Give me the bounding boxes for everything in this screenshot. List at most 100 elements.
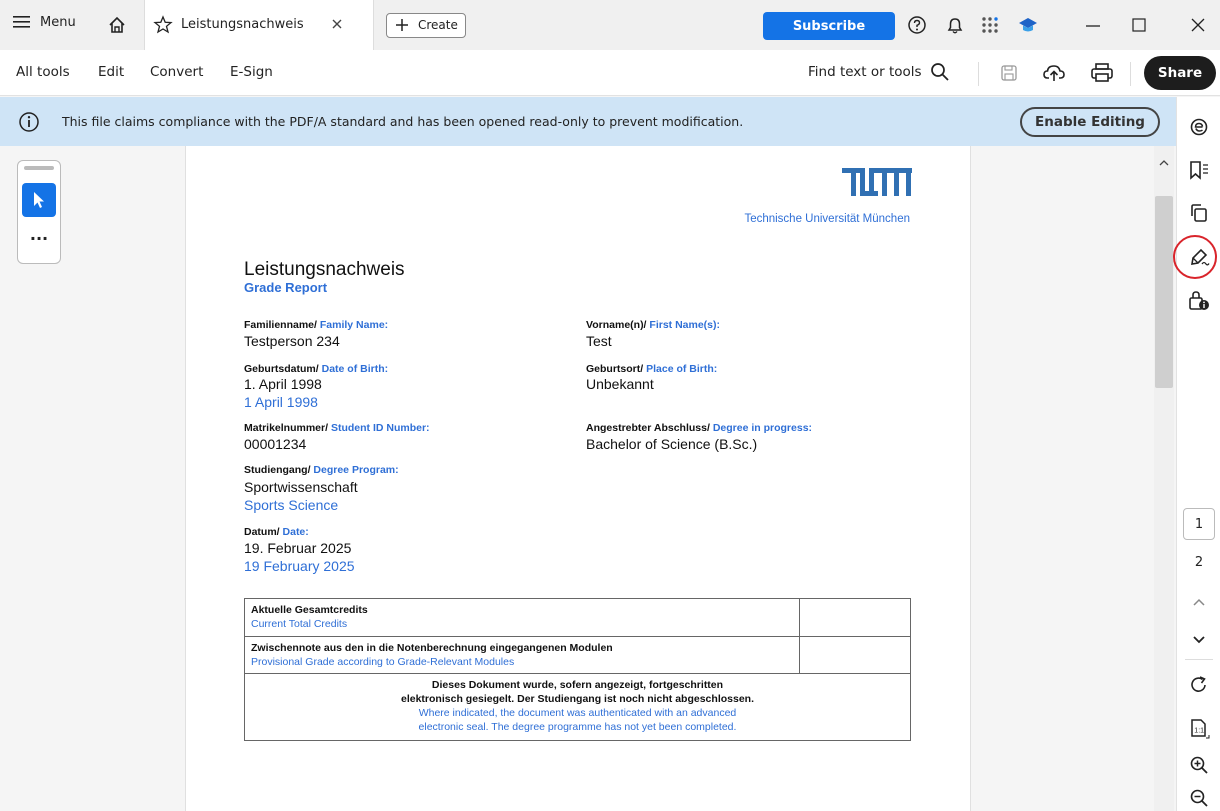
subscribe-button[interactable]: Subscribe [763, 12, 895, 40]
program-label-de: Studiengang/ [244, 464, 311, 476]
help-icon[interactable] [906, 14, 928, 36]
select-tool-button[interactable] [22, 183, 56, 217]
degree-label-de: Angestrebter Abschluss/ [586, 422, 710, 434]
actual-size-icon[interactable]: 1:1 [1187, 717, 1211, 741]
grade-label-en: Provisional Grade according to Grade-Rel… [251, 656, 515, 668]
create-button[interactable]: Create [386, 13, 466, 38]
family-name-label-de: Familienname/ [244, 319, 317, 331]
info-icon [18, 111, 40, 133]
quick-tools-panel: ... [17, 160, 61, 264]
toolbar-all-tools[interactable]: All tools [16, 64, 70, 80]
protect-info-icon[interactable] [1187, 289, 1211, 313]
date-label: Datum/ Date: [244, 526, 309, 538]
seal-note-de-1: Dieses Dokument wurde, sofern angezeigt,… [431, 679, 724, 691]
birth-place-label-de: Geburtsort/ [586, 363, 644, 375]
plus-icon [395, 18, 409, 32]
cloud-upload-icon[interactable] [1042, 62, 1066, 84]
zoom-out-icon[interactable] [1187, 787, 1211, 809]
find-label: Find text or tools [808, 64, 922, 80]
bell-icon[interactable] [944, 14, 966, 36]
program-value-en: Sports Science [244, 497, 339, 513]
next-page-icon[interactable] [1189, 632, 1209, 648]
seal-note-en-2: electronic seal. The degree programme ha… [418, 721, 737, 733]
table-row: Aktuelle Gesamtcredits Current Total Cre… [245, 599, 910, 637]
table-row: Zwischennote aus den in die Notenberechn… [245, 637, 910, 674]
date-value-de: 19. Februar 2025 [244, 540, 352, 556]
grade-label-de: Zwischennote aus den in die Notenberechn… [251, 642, 613, 654]
save-icon[interactable] [998, 62, 1020, 84]
document-subtitle: Grade Report [244, 280, 328, 295]
rotate-icon[interactable] [1187, 673, 1211, 697]
minimize-icon[interactable] [1082, 14, 1104, 36]
program-value-de: Sportwissenschaft [244, 479, 358, 495]
birth-date-value-de: 1. April 1998 [244, 376, 322, 392]
previous-page-icon[interactable] [1189, 594, 1209, 610]
close-tab-icon[interactable] [330, 17, 344, 31]
banner-message: This file claims compliance with the PDF… [62, 114, 744, 129]
share-button[interactable]: Share [1144, 56, 1216, 90]
credits-label-de: Aktuelle Gesamtcredits [251, 604, 368, 616]
maximize-icon[interactable] [1128, 14, 1150, 36]
birth-place-value: Unbekannt [586, 376, 654, 392]
current-page-box[interactable]: 1 [1183, 508, 1215, 540]
bookmark-list-icon[interactable] [1187, 158, 1211, 182]
birth-place-label-en: Place of Birth: [646, 363, 718, 375]
toolbar-convert[interactable]: Convert [150, 64, 203, 80]
comment-icon[interactable] [1187, 115, 1211, 139]
rail-divider [1185, 659, 1213, 660]
scroll-up-icon[interactable] [1155, 154, 1173, 172]
convert-label: Convert [150, 64, 204, 80]
seal-note: Dieses Dokument wurde, sofern angezeigt,… [245, 674, 910, 740]
star-icon[interactable] [153, 15, 173, 35]
more-tools-button[interactable]: ... [18, 225, 60, 244]
share-label: Share [1157, 65, 1203, 81]
birth-place-label: Geburtsort/ Place of Birth: [586, 363, 717, 375]
first-name-label-en: First Name(s): [649, 319, 721, 331]
close-window-icon[interactable] [1187, 14, 1209, 36]
print-icon[interactable] [1090, 62, 1114, 84]
subscribe-label: Subscribe [792, 18, 866, 34]
degree-label: Angestrebter Abschluss/ Degree in progre… [586, 422, 812, 434]
program-label-en: Degree Program: [313, 464, 399, 476]
toolbar-edit[interactable]: Edit [98, 64, 124, 80]
apps-grid-icon[interactable] [979, 14, 1001, 36]
menu-button[interactable]: Menu [12, 14, 76, 30]
program-label: Studiengang/ Degree Program: [244, 464, 399, 476]
student-id-label-en: Student ID Number: [330, 422, 430, 434]
scrollbar-thumb[interactable] [1155, 196, 1173, 388]
student-id-label: Matrikelnummer/ Student ID Number: [244, 422, 430, 434]
panel-drag-handle[interactable] [24, 166, 54, 170]
document-title: Leistungsnachweis [244, 259, 405, 280]
first-name-label: Vorname(n)/ First Name(s): [586, 319, 720, 331]
all-tools-label: All tools [16, 64, 70, 80]
menu-label: Menu [40, 14, 76, 30]
birth-date-label-en: Date of Birth: [321, 363, 389, 375]
right-tool-rail: 1 2 1:1 [1173, 97, 1220, 811]
university-name: Technische Universität München [744, 213, 910, 225]
home-icon[interactable] [105, 14, 129, 36]
main-toolbar: All tools Edit Convert E-Sign Find text … [0, 50, 1220, 96]
graduation-cap-icon[interactable] [1017, 14, 1039, 36]
seal-note-en-1: Where indicated, the document was authen… [418, 707, 737, 719]
family-name-label: Familienname/ Family Name: [244, 319, 388, 331]
enable-editing-button[interactable]: Enable Editing [1020, 107, 1160, 137]
first-name-value: Test [586, 333, 612, 349]
date-label-en: Date: [282, 526, 309, 538]
search-icon [930, 62, 950, 82]
edit-label: Edit [98, 64, 125, 80]
credits-label-en: Current Total Credits [251, 618, 348, 630]
find-text-button[interactable]: Find text or tools [808, 62, 950, 82]
table-column-divider [799, 599, 800, 637]
toolbar-divider-2 [1130, 62, 1131, 86]
document-workspace: ... Technische Universität München Leist… [0, 146, 1176, 811]
zoom-in-icon[interactable] [1187, 753, 1211, 777]
fill-sign-pen-icon[interactable] [1187, 245, 1211, 269]
toolbar-esign[interactable]: E-Sign [230, 64, 273, 80]
date-value-en: 19 February 2025 [244, 558, 355, 574]
current-page-number: 1 [1194, 516, 1204, 532]
birth-date-label: Geburtsdatum/ Date of Birth: [244, 363, 388, 375]
next-page-number[interactable]: 2 [1177, 555, 1220, 570]
tab-leistungsnachweis[interactable]: Leistungsnachweis [144, 0, 374, 50]
copy-pages-icon[interactable] [1187, 201, 1211, 225]
degree-label-en: Degree in progress: [712, 422, 813, 434]
